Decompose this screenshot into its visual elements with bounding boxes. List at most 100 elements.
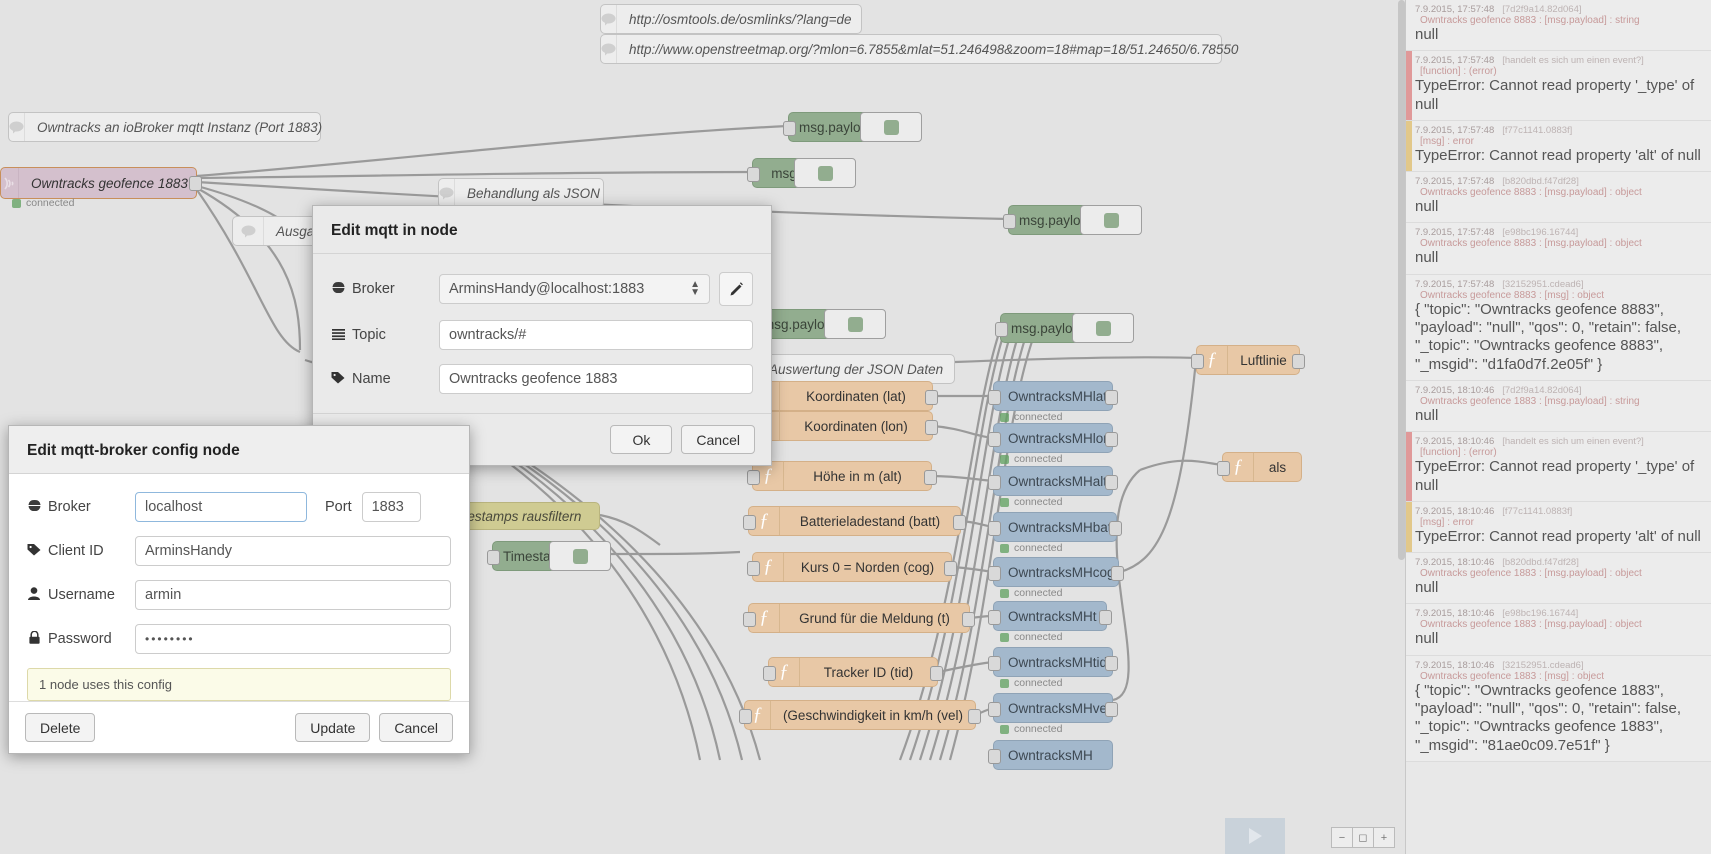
input-port[interactable]: [995, 322, 1008, 337]
input-port[interactable]: [988, 390, 1001, 405]
debug-message[interactable]: 7.9.2015, 17:57:48 [e98bc196.16744] Owntra…: [1406, 223, 1711, 275]
input-port[interactable]: [988, 610, 1001, 625]
function-node-tracker-id[interactable]: ƒ Tracker ID (tid): [763, 657, 943, 687]
debug-toggle-button[interactable]: [549, 541, 611, 571]
input-port[interactable]: [988, 475, 1001, 490]
input-port[interactable]: [747, 561, 760, 576]
debug-message[interactable]: 7.9.2015, 18:10:46 [handelt es sich um ei…: [1406, 432, 1711, 502]
clientid-input[interactable]: ArminsHandy: [135, 536, 451, 566]
debug-sidebar[interactable]: 7.9.2015, 17:57:48 [7d2f9a14.82d064] Owntr…: [1398, 0, 1711, 854]
edit-broker-button[interactable]: [719, 272, 753, 306]
input-port[interactable]: [487, 550, 500, 565]
function-node-als[interactable]: ƒ als: [1217, 452, 1302, 482]
cancel-button[interactable]: Cancel: [681, 425, 755, 454]
debug-toggle-button[interactable]: [860, 112, 922, 142]
debug-message[interactable]: 7.9.2015, 18:10:46 [b820dbd.f47df28] Owntr…: [1406, 553, 1711, 605]
comment-node-osmtools[interactable]: http://osmtools.de/osmlinks/?lang=de: [600, 4, 862, 34]
output-port[interactable]: [944, 561, 957, 576]
port-input[interactable]: 1883: [361, 492, 421, 522]
output-port[interactable]: [1105, 432, 1118, 447]
mqtt-out-node-batt[interactable]: OwntracksMHbatt: [988, 512, 1122, 542]
input-port[interactable]: [783, 121, 796, 136]
output-port[interactable]: [1099, 610, 1112, 625]
output-port[interactable]: [953, 515, 966, 530]
function-node-luftlinie[interactable]: ƒ Luftlinie: [1191, 345, 1305, 375]
function-node-koordinaten-lon[interactable]: ƒ Koordinaten (lon): [743, 411, 938, 441]
debug-message[interactable]: 7.9.2015, 18:10:46 [32152951.cdead6] Owntr…: [1406, 655, 1711, 762]
zoom-out-button[interactable]: −: [1331, 827, 1353, 848]
mqtt-in-node-owntracks-geofence[interactable]: Owntracks geofence 1883: [0, 167, 202, 199]
output-port[interactable]: [968, 709, 981, 724]
function-node-koordinaten-lat[interactable]: ƒ Koordinaten (lat): [743, 381, 938, 411]
function-node-geschwindigkeit-vel[interactable]: ƒ (Geschwindigkeit in km/h (vel): [739, 700, 981, 730]
debug-message[interactable]: 7.9.2015, 18:10:46 [7d2f9a14.82d064] Owntr…: [1406, 380, 1711, 433]
function-node-batterieladestand[interactable]: ƒ Batterieladestand (batt): [743, 506, 966, 536]
output-port[interactable]: [1105, 656, 1118, 671]
mqtt-out-node-lon[interactable]: OwntracksMHlon: [988, 423, 1118, 453]
edit-mqtt-broker-config-dialog[interactable]: Edit mqtt-broker config node Broker loca…: [8, 425, 470, 754]
username-input[interactable]: armin: [135, 580, 451, 610]
input-port[interactable]: [1191, 354, 1204, 369]
debug-toggle-button[interactable]: [794, 158, 856, 188]
input-port[interactable]: [743, 515, 756, 530]
debug-message[interactable]: 7.9.2015, 17:57:48 [7d2f9a14.82d064] Owntr…: [1406, 0, 1711, 52]
debug-node-payload-4[interactable]: msg.payload: [995, 313, 1134, 343]
output-port[interactable]: [925, 420, 938, 435]
function-node-hoehe-alt[interactable]: ƒ Höhe in m (alt): [747, 461, 937, 491]
input-port[interactable]: [747, 470, 760, 485]
mqtt-out-node-lat[interactable]: OwntracksMHlat: [988, 381, 1118, 411]
debug-message[interactable]: 7.9.2015, 18:10:46 [f77c1141.0883f] [msg] …: [1406, 501, 1711, 554]
output-port[interactable]: [189, 176, 202, 191]
cancel-button[interactable]: Cancel: [379, 713, 453, 742]
output-port[interactable]: [1109, 521, 1122, 536]
debug-message-list[interactable]: 7.9.2015, 17:57:48 [7d2f9a14.82d064] Owntr…: [1406, 0, 1711, 854]
debug-node-msg[interactable]: msg: [747, 158, 856, 188]
output-port[interactable]: [925, 390, 938, 405]
input-port[interactable]: [988, 432, 1001, 447]
input-port[interactable]: [747, 167, 760, 182]
comment-node-json[interactable]: Behandlung als JSON: [438, 178, 604, 208]
debug-message[interactable]: 7.9.2015, 18:10:46 [e98bc196.16744] Owntra…: [1406, 604, 1711, 656]
zoom-in-button[interactable]: +: [1373, 827, 1395, 848]
output-port[interactable]: [962, 612, 975, 627]
input-port[interactable]: [743, 612, 756, 627]
function-node-grund-meldung[interactable]: ƒ Grund für die Meldung (t): [743, 603, 975, 633]
input-port[interactable]: [988, 749, 1001, 764]
comment-node-auswertung[interactable]: Auswertung der JSON Daten: [740, 354, 955, 384]
debug-toggle-button[interactable]: [1080, 205, 1142, 235]
broker-select[interactable]: ArminsHandy@localhost:1883 ▲ ▼: [439, 274, 710, 304]
sidebar-scrollbar[interactable]: [1398, 0, 1405, 560]
name-input[interactable]: Owntracks geofence 1883: [439, 364, 753, 394]
output-port[interactable]: [930, 666, 943, 681]
output-port[interactable]: [1105, 390, 1118, 405]
debug-node-timestamps[interactable]: Timestamps: [487, 541, 611, 571]
expand-arrow-tab[interactable]: [1225, 818, 1285, 854]
input-port[interactable]: [988, 656, 1001, 671]
zoom-controls[interactable]: − ◻ +: [1331, 827, 1395, 848]
input-port[interactable]: [739, 709, 752, 724]
output-port[interactable]: [1111, 566, 1124, 581]
comment-node-openstreetmap[interactable]: http://www.openstreetmap.org/?mlon=6.785…: [600, 34, 1238, 64]
function-node-kurs-cog[interactable]: ƒ Kurs 0 = Norden (cog): [747, 552, 957, 582]
ok-button[interactable]: Ok: [610, 425, 673, 454]
debug-message[interactable]: 7.9.2015, 17:57:48 [f77c1141.0883f] [msg] …: [1406, 120, 1711, 173]
zoom-reset-button[interactable]: ◻: [1352, 827, 1374, 848]
mqtt-out-node-t[interactable]: OwntracksMHt: [988, 601, 1112, 631]
broker-host-input[interactable]: localhost: [135, 492, 307, 522]
mqtt-out-node-vel[interactable]: OwntracksMHvel: [988, 693, 1118, 723]
output-port[interactable]: [1105, 475, 1118, 490]
output-port[interactable]: [1292, 354, 1305, 369]
output-port[interactable]: [924, 470, 937, 485]
password-input[interactable]: ••••••••: [135, 624, 451, 654]
debug-node-payload-2[interactable]: msg.payload: [1003, 205, 1142, 235]
debug-message[interactable]: 7.9.2015, 17:57:48 [b820dbd.f47df28] Owntr…: [1406, 172, 1711, 224]
debug-node-payload-1[interactable]: msg.payload: [783, 112, 922, 142]
input-port[interactable]: [763, 666, 776, 681]
input-port[interactable]: [988, 521, 1001, 536]
mqtt-out-node-alt[interactable]: OwntracksMHalt: [988, 466, 1118, 496]
input-port[interactable]: [988, 566, 1001, 581]
debug-message[interactable]: 7.9.2015, 17:57:48 [32152951.cdead6] Owntr…: [1406, 274, 1711, 381]
topic-input[interactable]: owntracks/#: [439, 320, 753, 350]
input-port[interactable]: [1003, 214, 1016, 229]
delete-button[interactable]: Delete: [25, 713, 96, 742]
